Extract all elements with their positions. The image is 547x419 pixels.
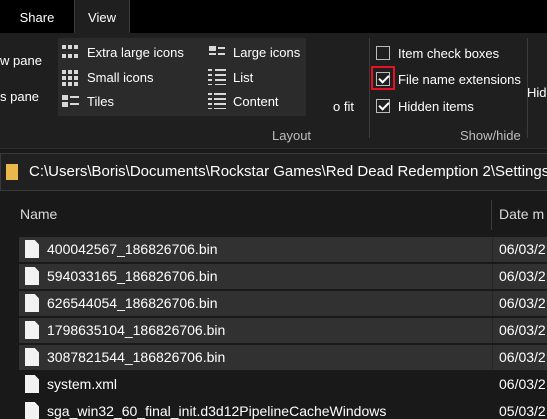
extra-large-icons-icon	[62, 44, 80, 60]
checkbox-label: Item check boxes	[398, 45, 500, 61]
large-icons-icon	[208, 44, 226, 60]
highlight-box	[371, 66, 395, 90]
column-header-date-modified[interactable]: Date m	[499, 206, 544, 222]
layout-content[interactable]: Content	[208, 91, 279, 111]
item-check-boxes-checkbox[interactable]	[376, 46, 390, 60]
details-pane-button[interactable]: s pane	[0, 89, 39, 104]
checkbox-label: File name extensions	[398, 71, 521, 87]
file-row[interactable]: 3087821544_186826706.bin 06/03/2	[19, 345, 547, 370]
file-name: 400042567_186826706.bin	[47, 241, 218, 257]
ribbon-view-panel: w pane s pane Extra large icons Small ic…	[0, 33, 547, 148]
layout-gallery: Extra large icons Small icons Tiles Larg…	[58, 38, 306, 116]
file-date: 06/03/2	[499, 268, 546, 284]
file-name: 626544054_186826706.bin	[47, 295, 218, 311]
file-name: system.xml	[47, 376, 117, 392]
file-row[interactable]: 400042567_186826706.bin 06/03/2	[19, 237, 547, 262]
file-row[interactable]: 626544054_186826706.bin 06/03/2	[19, 291, 547, 316]
file-icon	[25, 375, 39, 393]
layout-item-label: Tiles	[87, 93, 114, 109]
column-divider	[492, 318, 493, 343]
file-date: 06/03/2	[499, 241, 546, 257]
show-hide-group-label: Show/hide	[460, 128, 521, 143]
tab-view[interactable]: View	[74, 0, 130, 33]
file-name: sga_win32_60_final_init.d3d12PipelineCac…	[47, 403, 387, 419]
column-divider	[492, 345, 493, 370]
layout-tiles[interactable]: Tiles	[62, 91, 114, 111]
file-icon	[25, 240, 39, 258]
column-divider	[492, 264, 493, 289]
layout-small-icons[interactable]: Small icons	[62, 67, 153, 87]
file-date: 06/03/2	[499, 295, 546, 311]
column-header-name[interactable]: Name	[20, 206, 57, 222]
layout-extra-large-icons[interactable]: Extra large icons	[62, 42, 184, 62]
hidden-items-toggle[interactable]: Hidden items	[376, 97, 474, 115]
file-name-extensions-toggle[interactable]: File name extensions	[376, 70, 521, 88]
tab-share[interactable]: Share	[0, 0, 74, 33]
file-list: Name Date m 400042567_186826706.bin 06/0…	[0, 192, 547, 419]
layout-item-label: Small icons	[87, 69, 154, 85]
file-icon	[25, 267, 39, 285]
list-icon	[208, 69, 226, 85]
layout-item-label: Large icons	[233, 44, 301, 60]
file-name: 594033165_186826706.bin	[47, 268, 218, 284]
content-icon	[208, 93, 226, 109]
file-icon	[25, 348, 39, 366]
column-divider	[492, 237, 493, 262]
column-divider	[492, 291, 493, 316]
file-name: 1798635104_186826706.bin	[47, 322, 226, 338]
navigation-pane-button[interactable]: w pane	[0, 53, 42, 68]
address-bar[interactable]: C:\Users\Boris\Documents\Rockstar Games\…	[0, 153, 547, 191]
item-check-boxes-toggle[interactable]: Item check boxes	[376, 44, 499, 62]
file-icon	[25, 321, 39, 339]
layout-list[interactable]: List	[208, 67, 253, 87]
file-date: 06/03/2	[499, 322, 546, 338]
layout-large-icons[interactable]: Large icons	[208, 42, 300, 62]
file-icon	[25, 294, 39, 312]
tiles-icon	[62, 93, 80, 109]
layout-item-label: List	[233, 69, 254, 85]
file-row[interactable]: 1798635104_186826706.bin 06/03/2	[19, 318, 547, 343]
ribbon-divider	[369, 38, 370, 138]
hide-selected-items-button[interactable]: Hid	[527, 85, 547, 100]
file-name: 3087821544_186826706.bin	[47, 349, 226, 365]
small-icons-icon	[62, 69, 80, 86]
checkbox-label: Hidden items	[398, 98, 474, 114]
file-date: 06/03/2	[499, 376, 546, 392]
column-header-row: Name Date m	[0, 198, 547, 232]
file-date: 06/03/2	[499, 349, 546, 365]
layout-item-label: Extra large icons	[87, 44, 184, 60]
address-path[interactable]: C:\Users\Boris\Documents\Rockstar Games\…	[29, 163, 547, 180]
ribbon-bottom-divider	[0, 148, 547, 149]
layout-group-label: Layout	[272, 128, 312, 143]
layout-item-label: Content	[233, 93, 279, 109]
hidden-items-checkbox[interactable]	[376, 99, 390, 113]
folder-icon	[6, 164, 18, 180]
file-date: 05/03/2	[499, 403, 546, 419]
column-divider[interactable]	[491, 200, 492, 230]
file-row[interactable]: 594033165_186826706.bin 06/03/2	[19, 264, 547, 289]
file-icon	[25, 402, 39, 419]
file-row[interactable]: sga_win32_60_final_init.d3d12PipelineCac…	[19, 399, 547, 419]
file-row[interactable]: system.xml 06/03/2	[19, 372, 547, 397]
ribbon-tab-bar: Share View	[0, 0, 547, 33]
size-columns-to-fit-button[interactable]: o fit	[333, 99, 354, 114]
